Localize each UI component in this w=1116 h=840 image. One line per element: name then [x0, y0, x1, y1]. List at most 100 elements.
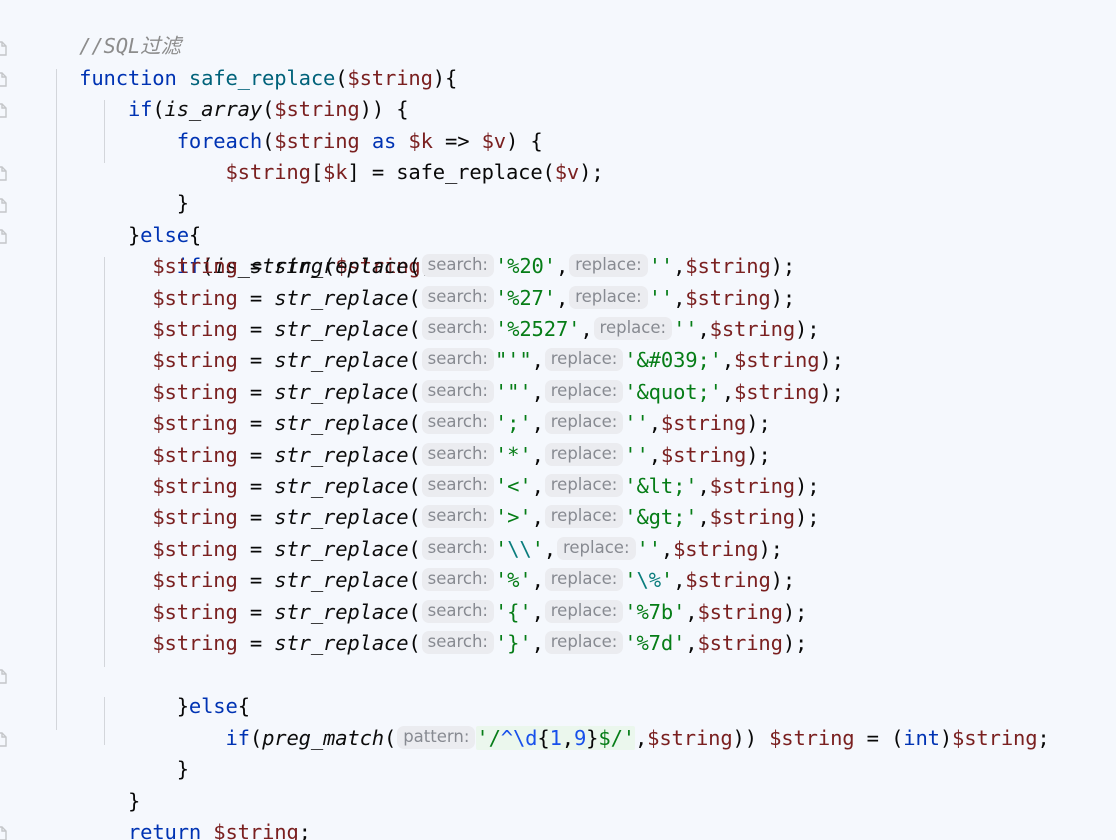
str-replace-search-value: '}' [494, 631, 532, 655]
code-line-str-replace[interactable]: $string = str_replace(search: '\\', replac… [0, 534, 783, 565]
comma: , [685, 599, 698, 624]
code-line-return[interactable]: return $string; [0, 786, 311, 840]
comma: , [531, 631, 544, 655]
builtin-str-replace: str_replace [274, 442, 409, 467]
comma: , [648, 442, 661, 467]
code-line-str-replace[interactable]: $string = str_replace(search: '%', replace… [0, 565, 795, 596]
var-string: $string [685, 254, 771, 279]
inlay-hint-replace: replace: [569, 285, 648, 309]
var-string: $string [152, 254, 238, 279]
comma: , [648, 411, 661, 436]
var-string: $string [225, 160, 311, 184]
code-line-str-replace[interactable]: $string = str_replace(search: '<', replace… [0, 471, 820, 502]
builtin-str-replace: str_replace [274, 285, 409, 310]
inlay-hint-replace: replace: [544, 568, 624, 592]
code-line-close-foreach[interactable]: } [0, 157, 189, 215]
keyword-int-cast: int [903, 725, 940, 750]
keyword-if: if [225, 725, 250, 750]
comma: , [673, 254, 686, 279]
inlay-hint-search: search: [421, 442, 494, 466]
code-line-str-replace[interactable]: $string = str_replace(search: '%20', repla… [0, 251, 795, 282]
call-safe-replace: safe_replace [396, 160, 543, 184]
code-line-else-1[interactable]: }else{ [0, 188, 201, 247]
var-string: $string [152, 599, 238, 624]
equals-operator: = [249, 317, 263, 341]
semicolon: ; [1037, 725, 1050, 750]
var-string: $string [152, 348, 238, 373]
code-line-close-else-2[interactable]: } [0, 723, 189, 781]
comma: , [531, 411, 544, 436]
inlay-hint-search: search: [421, 599, 494, 623]
inlay-hint-search: search: [421, 254, 494, 278]
code-line-str-replace[interactable]: $string = str_replace(search: "'", replace… [0, 345, 844, 376]
code-line-str-replace[interactable]: $string = str_replace(search: ';', replace… [0, 408, 771, 439]
str-replace-search-value: "'" [494, 348, 532, 373]
str-replace-replace-value: '&#039;' [624, 348, 722, 373]
var-string: $string [685, 285, 771, 310]
var-string: $string [660, 411, 747, 436]
str-replace-replace-value: '' [636, 536, 662, 561]
inlay-hint-search: search: [421, 379, 494, 403]
str-replace-replace-value: '' [648, 285, 674, 310]
inlay-hint-replace: replace: [593, 317, 673, 340]
code-line-close-function[interactable]: } [0, 817, 91, 840]
close-call: ); [579, 160, 604, 184]
inlay-hint-search: search: [421, 505, 494, 529]
var-string: $string [213, 820, 299, 840]
code-line-str-replace[interactable]: $string = str_replace(search: '}', replace… [0, 628, 807, 659]
str-replace-search-value: '<' [494, 474, 532, 498]
comma: , [721, 379, 735, 404]
code-line-comment[interactable]: //SQL过滤 [0, 0, 181, 58]
comma: , [697, 505, 710, 530]
code-line-foreach[interactable]: foreach($string as $k => $v) { [0, 94, 543, 153]
comma: , [580, 317, 593, 341]
str-replace-search-value: '%20' [494, 254, 556, 279]
builtin-str-replace: str_replace [274, 348, 409, 373]
inlay-hint-replace: replace: [544, 348, 624, 372]
string-escape: \\ [507, 536, 532, 561]
code-editor[interactable]: //SQL过滤 function safe_replace($string){ … [0, 0, 1116, 840]
code-line-recursive-call[interactable]: $string[$k] = safe_replace($v); [0, 126, 603, 184]
close-call: ); [770, 285, 796, 310]
code-line-str-replace[interactable]: $string = str_replace(search: '"', replace… [0, 377, 844, 408]
equals-operator: = [249, 411, 263, 436]
equals-operator: = [249, 631, 263, 655]
var-string: $string [769, 725, 855, 750]
builtin-str-replace: str_replace [274, 379, 409, 404]
code-line-else-2[interactable]: }else{ [0, 660, 250, 718]
code-line-close-if-array[interactable]: } [0, 754, 140, 813]
builtin-str-replace: str_replace [274, 568, 409, 593]
code-content[interactable]: //SQL过滤 function safe_replace($string){ … [0, 0, 1116, 840]
inlay-hint-replace: replace: [544, 442, 624, 466]
code-line-str-replace[interactable]: $string = str_replace(search: '%2527', rep… [0, 314, 820, 345]
builtin-str-replace: str_replace [274, 317, 409, 341]
code-line-str-replace[interactable]: $string = str_replace(search: '>', replace… [0, 502, 820, 533]
comma: , [531, 348, 544, 373]
inlay-hint-replace: replace: [544, 599, 624, 623]
code-line-str-replace[interactable]: $string = str_replace(search: '{', replace… [0, 597, 807, 628]
equals-operator: = [866, 725, 879, 750]
var-string: $string [152, 379, 238, 404]
code-line-if-is-string[interactable]: if(is_string($string)){ [0, 220, 458, 278]
equals-operator: = [249, 285, 263, 310]
close-call: ); [758, 536, 783, 561]
regex-quant-min: 1 [549, 725, 562, 750]
var-string: $string [697, 631, 783, 655]
inlay-hint-replace: replace: [544, 474, 624, 497]
var-string: $string [152, 442, 238, 467]
str-replace-replace-value: '' [673, 317, 698, 341]
code-line-function-signature[interactable]: function safe_replace($string){ [0, 31, 457, 90]
var-string: $string [734, 348, 820, 373]
code-line-str-replace[interactable]: $string = str_replace(search: '%27', repla… [0, 283, 795, 314]
equals-operator: = [249, 599, 263, 624]
regex-anchor-start: ^ [500, 725, 513, 750]
var-string: $string [673, 536, 759, 561]
inlay-hint-replace: replace: [544, 379, 624, 403]
code-line-preg-match[interactable]: if(preg_match(pattern: '/^\d{1,9}$/',$str… [0, 691, 1050, 750]
comma: , [685, 631, 698, 655]
var-string: $string [152, 631, 238, 655]
builtin-str-replace: str_replace [274, 536, 409, 561]
str-replace-search-value: '\\' [494, 536, 544, 561]
code-line-if-is-array[interactable]: if(is_array($string)) { [0, 63, 409, 121]
code-line-str-replace[interactable]: $string = str_replace(search: '*', replace… [0, 440, 771, 471]
